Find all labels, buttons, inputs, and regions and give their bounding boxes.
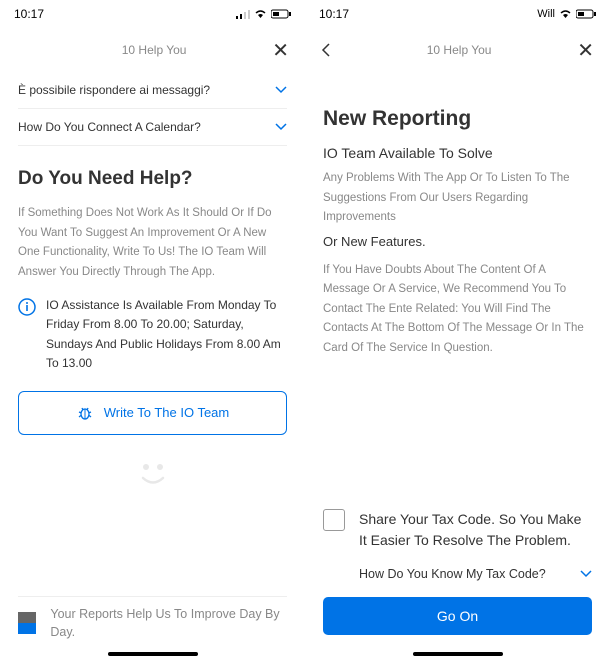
subtitle: IO Team Available To Solve (323, 145, 592, 161)
faq-label: È possibile rispondere ai messaggi? (18, 83, 210, 97)
header-title: 10 Help You (427, 43, 492, 57)
info-icon (18, 298, 36, 316)
close-icon[interactable]: ✕ (577, 38, 594, 63)
faq-label: How Do You Connect A Calendar? (18, 120, 201, 134)
info-text: IO Assistance Is Available From Monday T… (46, 296, 287, 373)
chevron-down-icon (580, 570, 592, 578)
chevron-down-icon (275, 86, 287, 94)
content: È possibile rispondere ai messaggi? How … (0, 72, 305, 501)
status-icons (236, 9, 291, 19)
header: 10 Help You ✕ (0, 28, 305, 72)
body-text: If Something Does Not Work As It Should … (18, 204, 287, 282)
header-title: 10 Help You (122, 43, 187, 57)
banner-text: Your Reports Help Us To Improve Day By D… (50, 605, 287, 643)
go-btn-label: Go On (437, 608, 478, 624)
section-title: Do You Need Help? (18, 168, 287, 190)
paragraph-1: Any Problems With The App Or To Listen T… (323, 169, 592, 228)
phone-right: 10:17 Will 10 Help You ✕ New Reporting I… (305, 0, 610, 660)
smile-icon (18, 453, 287, 501)
battery-icon (576, 9, 596, 19)
tax-code-faq[interactable]: How Do You Know My Tax Code? (359, 567, 592, 581)
status-time: 10:17 (14, 7, 44, 21)
status-icons: Will (537, 8, 596, 20)
phone-left: 10:17 10 Help You ✕ È possibile risponde… (0, 0, 305, 660)
share-tax-code-checkbox[interactable] (323, 509, 345, 531)
signal-icon (236, 9, 250, 19)
home-indicator (108, 652, 198, 656)
faq-item-calendar[interactable]: How Do You Connect A Calendar? (18, 109, 287, 146)
status-bar: 10:17 (0, 0, 305, 28)
write-to-team-button[interactable]: Write To The IO Team (18, 391, 287, 435)
chevron-down-icon (275, 123, 287, 131)
close-icon[interactable]: ✕ (272, 38, 289, 63)
faq-item-messages[interactable]: È possibile rispondere ai messaggi? (18, 72, 287, 109)
wifi-icon (254, 9, 267, 19)
wifi-icon (559, 9, 572, 19)
info-row: IO Assistance Is Available From Monday T… (18, 296, 287, 373)
content: New Reporting IO Team Available To Solve… (305, 106, 610, 635)
checkbox-label: Share Your Tax Code. So You Make It Easi… (359, 509, 592, 551)
paragraph-2: If You Have Doubts About The Content Of … (323, 261, 592, 359)
status-time: 10:17 (319, 7, 349, 21)
write-btn-label: Write To The IO Team (104, 405, 229, 420)
battery-icon (271, 9, 291, 19)
banner: Your Reports Help Us To Improve Day By D… (18, 596, 287, 651)
checkbox-row: Share Your Tax Code. So You Make It Easi… (323, 509, 592, 551)
banner-icon (18, 612, 36, 634)
back-icon[interactable] (321, 42, 341, 58)
bug-icon (76, 404, 94, 422)
home-indicator (413, 652, 503, 656)
paragraph-1b: Or New Features. (323, 234, 592, 249)
header: 10 Help You ✕ (305, 28, 610, 72)
tax-code-label: How Do You Know My Tax Code? (359, 567, 546, 581)
page-title: New Reporting (323, 106, 592, 131)
status-bar: 10:17 Will (305, 0, 610, 28)
go-on-button[interactable]: Go On (323, 597, 592, 635)
carrier-label: Will (537, 8, 555, 20)
